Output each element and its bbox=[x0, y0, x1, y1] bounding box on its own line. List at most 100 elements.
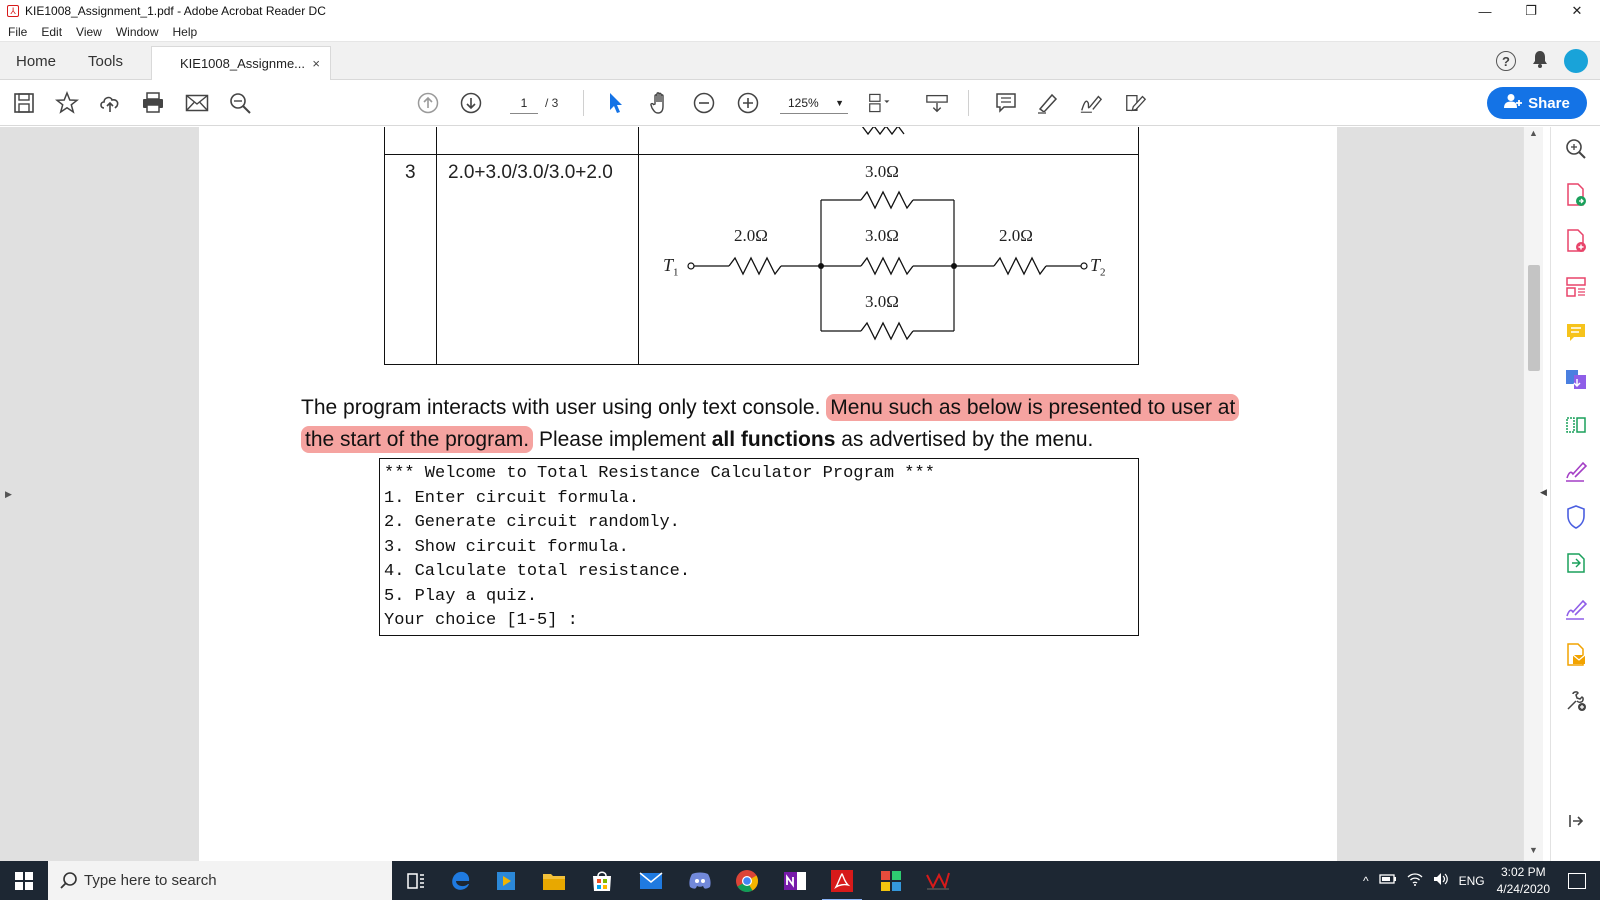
start-button[interactable] bbox=[0, 861, 48, 900]
highlight-pen-icon[interactable] bbox=[1036, 91, 1060, 115]
page-total: / 3 bbox=[545, 96, 559, 110]
hand-tool-icon[interactable] bbox=[648, 91, 672, 115]
save-icon[interactable] bbox=[12, 91, 36, 115]
edit-pdf-icon[interactable] bbox=[1564, 275, 1588, 299]
scrollbar-thumb[interactable] bbox=[1528, 265, 1540, 371]
export-pdf-icon[interactable] bbox=[1564, 183, 1588, 207]
create-pdf-icon[interactable] bbox=[1564, 229, 1588, 253]
email-icon[interactable] bbox=[185, 91, 209, 115]
show-hidden-icons-chevron-icon[interactable]: ^ bbox=[1363, 874, 1369, 888]
bookmark-star-icon[interactable] bbox=[55, 91, 79, 115]
chevron-down-icon: ▼ bbox=[835, 98, 844, 108]
help-icon[interactable]: ? bbox=[1496, 51, 1516, 71]
menu-window[interactable]: Window bbox=[116, 25, 159, 39]
combine-files-icon[interactable] bbox=[1564, 367, 1588, 391]
print-icon[interactable] bbox=[141, 91, 165, 115]
menu-view[interactable]: View bbox=[76, 25, 102, 39]
microsoft-store-icon[interactable] bbox=[588, 867, 616, 895]
previous-page-icon[interactable] bbox=[416, 91, 440, 115]
wifi-icon[interactable] bbox=[1407, 872, 1423, 889]
share-button[interactable]: Share bbox=[1487, 87, 1587, 119]
zoom-out-icon[interactable] bbox=[692, 91, 716, 115]
request-signature-icon[interactable] bbox=[1564, 597, 1588, 621]
tab-bar: Home Tools KIE1008_Assignme... × ? bbox=[0, 42, 1600, 80]
menu-edit[interactable]: Edit bbox=[41, 25, 62, 39]
clock[interactable]: 3:02 PM 4/24/2020 bbox=[1497, 864, 1550, 898]
multicolor-app-icon[interactable] bbox=[877, 867, 905, 895]
next-page-icon[interactable] bbox=[459, 91, 483, 115]
media-player-icon[interactable] bbox=[492, 867, 520, 895]
comment-tool-icon[interactable] bbox=[1564, 321, 1588, 345]
organize-pages-icon[interactable] bbox=[1564, 413, 1588, 437]
more-tools-icon[interactable] bbox=[1564, 689, 1588, 713]
terminal-t2-sub: 2 bbox=[1100, 266, 1106, 279]
top-resistor-label: 3.0Ω bbox=[865, 162, 899, 181]
fill-and-sign-icon[interactable] bbox=[1564, 459, 1588, 483]
collapse-tools-pane-icon[interactable] bbox=[1564, 809, 1588, 833]
terminal-t2-letter: T bbox=[1090, 255, 1101, 275]
volume-icon[interactable] bbox=[1433, 872, 1449, 889]
fill-sign-icon[interactable] bbox=[1124, 91, 1148, 115]
page-number-input[interactable]: 1 bbox=[510, 92, 538, 114]
profile-avatar-icon[interactable] bbox=[1564, 49, 1588, 73]
zoom-search-icon[interactable] bbox=[1564, 137, 1588, 161]
bold-text: all functions bbox=[711, 428, 836, 451]
zoom-in-icon[interactable] bbox=[736, 91, 760, 115]
find-zoom-icon[interactable] bbox=[228, 91, 252, 115]
document-viewport[interactable]: ▶ 3 2.0+3.0/3.0/3.0+2.0 3.0Ω 2.0Ω 3.0Ω 2… bbox=[0, 127, 1524, 861]
console-menu-box: *** Welcome to Total Resistance Calculat… bbox=[379, 458, 1139, 636]
menu-bar: File Edit View Window Help bbox=[0, 22, 1600, 42]
onenote-icon[interactable] bbox=[781, 867, 809, 895]
highlighted-text[interactable]: Menu such as below is presented to user … bbox=[826, 394, 1240, 421]
menu-help[interactable]: Help bbox=[173, 25, 198, 39]
right-tools-pane bbox=[1550, 127, 1600, 861]
send-and-track-icon[interactable] bbox=[1564, 643, 1588, 667]
console-line: *** Welcome to Total Resistance Calculat… bbox=[384, 464, 935, 483]
scroll-mode-icon[interactable] bbox=[925, 91, 949, 115]
tab-home[interactable]: Home bbox=[16, 53, 56, 70]
protect-shield-icon[interactable] bbox=[1564, 505, 1588, 529]
circuit-formula-cell: 2.0+3.0/3.0/3.0+2.0 bbox=[448, 162, 613, 183]
mail-app-icon[interactable] bbox=[637, 867, 665, 895]
taskbar-search-box[interactable]: Type here to search bbox=[48, 861, 392, 900]
edge-browser-icon[interactable] bbox=[446, 867, 474, 895]
language-indicator[interactable]: ENG bbox=[1459, 874, 1485, 888]
zoom-level-select[interactable]: 125% ▼ bbox=[780, 92, 848, 114]
minimize-button[interactable]: — bbox=[1462, 0, 1508, 22]
restore-button[interactable]: ❐ bbox=[1508, 0, 1554, 22]
tab-tools[interactable]: Tools bbox=[88, 53, 123, 70]
task-view-icon[interactable] bbox=[402, 867, 430, 895]
battery-icon[interactable] bbox=[1378, 873, 1397, 888]
scroll-down-icon[interactable]: ▼ bbox=[1529, 845, 1538, 855]
sign-icon[interactable] bbox=[1079, 91, 1103, 115]
upload-cloud-icon[interactable] bbox=[98, 91, 122, 115]
file-explorer-icon[interactable] bbox=[540, 867, 568, 895]
chrome-icon[interactable] bbox=[733, 867, 761, 895]
clock-date: 4/24/2020 bbox=[1496, 881, 1550, 896]
menu-file[interactable]: File bbox=[8, 25, 27, 39]
comment-icon[interactable] bbox=[994, 91, 1018, 115]
window-title: KIE1008_Assignment_1.pdf - Adobe Acrobat… bbox=[25, 4, 326, 18]
share-person-icon bbox=[1504, 93, 1523, 113]
zoom-level-value: 125% bbox=[788, 96, 819, 110]
bell-icon[interactable] bbox=[1532, 50, 1548, 73]
tab-document[interactable]: KIE1008_Assignme... × bbox=[151, 46, 331, 80]
terminal-t1-sub: 1 bbox=[673, 266, 679, 279]
tray-icons: ^ ENG bbox=[1363, 872, 1485, 889]
discord-icon[interactable] bbox=[686, 867, 714, 895]
console-line: 2. Generate circuit randomly. bbox=[384, 513, 680, 532]
drawing-app-icon[interactable] bbox=[924, 867, 952, 895]
collapse-right-panel-icon[interactable]: ◀ bbox=[1540, 487, 1547, 498]
highlighted-text[interactable]: the start of the program. bbox=[301, 426, 534, 453]
select-cursor-icon[interactable] bbox=[604, 91, 628, 115]
send-for-review-icon[interactable] bbox=[1564, 551, 1588, 575]
page-fit-icon[interactable] bbox=[868, 91, 892, 115]
notification-center-icon[interactable] bbox=[1568, 872, 1586, 889]
close-tab-icon[interactable]: × bbox=[312, 56, 320, 71]
left-panel-toggle[interactable]: ▶ bbox=[0, 127, 17, 861]
expand-left-panel-icon[interactable]: ▶ bbox=[5, 489, 12, 500]
acrobat-taskbar-icon[interactable] bbox=[822, 867, 862, 900]
terminal-t1-label: T1 bbox=[663, 255, 679, 279]
scroll-up-icon[interactable]: ▲ bbox=[1529, 128, 1538, 138]
close-window-button[interactable]: ✕ bbox=[1554, 0, 1600, 22]
